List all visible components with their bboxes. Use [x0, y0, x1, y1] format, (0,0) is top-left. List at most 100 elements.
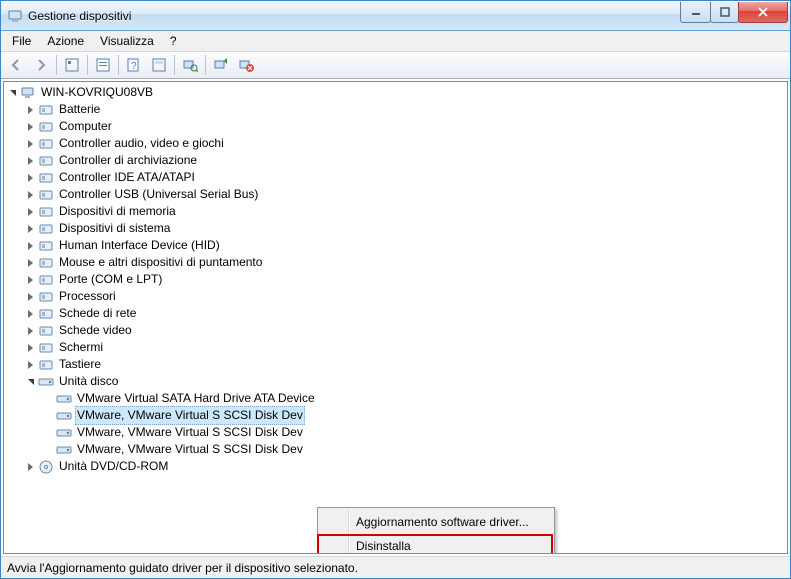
tree-category[interactable]: Computer	[4, 118, 787, 135]
toolbar-separator	[87, 55, 88, 75]
expander-icon[interactable]	[22, 272, 38, 288]
expander-icon[interactable]	[22, 340, 38, 356]
tree-node-label: VMware Virtual SATA Hard Drive ATA Devic…	[75, 390, 317, 407]
menu-file[interactable]: File	[5, 33, 38, 49]
tree-node-label: Dispositivi di sistema	[57, 220, 172, 237]
window-buttons	[681, 2, 788, 22]
tree-node-label: Tastiere	[57, 356, 103, 373]
tree-category[interactable]: Schede di rete	[4, 305, 787, 322]
titlebar: Gestione dispositivi	[1, 1, 790, 31]
svg-text:?: ?	[131, 61, 137, 72]
tree-node-label: Human Interface Device (HID)	[57, 237, 222, 254]
expander-icon[interactable]	[22, 119, 38, 135]
tree-root-node[interactable]: WIN-KOVRIQU08VB	[4, 84, 787, 101]
tree-node-label: Dispositivi di memoria	[57, 203, 178, 220]
tree-node-label: Porte (COM e LPT)	[57, 271, 164, 288]
tree-category[interactable]: Controller USB (Universal Serial Bus)	[4, 186, 787, 203]
tree-category[interactable]: Porte (COM e LPT)	[4, 271, 787, 288]
toolbar-forward-button[interactable]	[29, 53, 53, 77]
statusbar-text: Avvia l'Aggiornamento guidato driver per…	[7, 561, 358, 575]
tree-node-label: Unità disco	[57, 373, 120, 390]
expander-icon[interactable]	[22, 102, 38, 118]
tree-category[interactable]: Schermi	[4, 339, 787, 356]
tree-disk-device[interactable]: VMware Virtual SATA Hard Drive ATA Devic…	[4, 390, 787, 407]
tree-category[interactable]: Dispositivi di sistema	[4, 220, 787, 237]
menu-action[interactable]: Azione	[40, 33, 91, 49]
tree-category[interactable]: Controller di archiviazione	[4, 152, 787, 169]
expander-icon[interactable]	[22, 238, 38, 254]
statusbar: Avvia l'Aggiornamento guidato driver per…	[1, 556, 790, 578]
expander-icon[interactable]	[22, 323, 38, 339]
toolbar-separator	[174, 55, 175, 75]
tree-disk-device[interactable]: VMware, VMware Virtual S SCSI Disk Dev	[4, 407, 787, 424]
device-tree[interactable]: WIN-KOVRIQU08VBBatterieComputerControlle…	[3, 81, 788, 554]
tree-node-label: Schermi	[57, 339, 105, 356]
expander-icon[interactable]	[22, 136, 38, 152]
toolbar-scan-hardware-button[interactable]	[178, 53, 202, 77]
close-button[interactable]	[738, 2, 788, 23]
toolbar-action-button[interactable]	[147, 53, 171, 77]
tree-category[interactable]: Processori	[4, 288, 787, 305]
menu-help[interactable]: ?	[163, 33, 184, 49]
tree-node-label: Controller audio, video e giochi	[57, 135, 226, 152]
tree-disk-device[interactable]: VMware, VMware Virtual S SCSI Disk Dev	[4, 441, 787, 458]
tree-category[interactable]: Tastiere	[4, 356, 787, 373]
tree-category[interactable]: Mouse e altri dispositivi di puntamento	[4, 254, 787, 271]
expander-icon[interactable]	[4, 85, 20, 101]
tree-node-label: Controller USB (Universal Serial Bus)	[57, 186, 260, 203]
toolbar-show-hidden-button[interactable]	[60, 53, 84, 77]
tree-node-label: Unità DVD/CD-ROM	[57, 458, 170, 475]
maximize-button[interactable]	[710, 2, 739, 23]
minimize-button[interactable]	[680, 2, 711, 23]
tree-category[interactable]: Batterie	[4, 101, 787, 118]
context-update-driver[interactable]: Aggiornamento software driver...	[320, 510, 552, 534]
toolbar-separator	[205, 55, 206, 75]
expander-icon[interactable]	[22, 204, 38, 220]
expander-icon[interactable]	[22, 170, 38, 186]
expander-icon[interactable]	[22, 357, 38, 373]
expander-icon[interactable]	[22, 255, 38, 271]
tree-category[interactable]: Controller IDE ATA/ATAPI	[4, 169, 787, 186]
toolbar-uninstall-button[interactable]	[234, 53, 258, 77]
tree-node-label: VMware, VMware Virtual S SCSI Disk Dev	[75, 406, 305, 425]
expander-icon[interactable]	[22, 289, 38, 305]
expander-icon[interactable]	[22, 306, 38, 322]
menubar: File Azione Visualizza ?	[1, 31, 790, 52]
toolbar-help-button[interactable]: ?	[122, 53, 146, 77]
window-title: Gestione dispositivi	[28, 9, 681, 23]
tree-node-label: Controller di archiviazione	[57, 152, 199, 169]
tree-category[interactable]: Human Interface Device (HID)	[4, 237, 787, 254]
toolbar-separator	[56, 55, 57, 75]
expander-icon[interactable]	[22, 221, 38, 237]
toolbar-properties-button[interactable]	[91, 53, 115, 77]
tree-node-label: VMware, VMware Virtual S SCSI Disk Dev	[75, 441, 305, 458]
toolbar-back-button[interactable]	[4, 53, 28, 77]
expander-icon[interactable]	[22, 459, 38, 475]
context-uninstall[interactable]: Disinstalla	[320, 534, 552, 554]
device-manager-window: Gestione dispositivi File Azione Visuali…	[0, 0, 791, 579]
app-icon	[7, 8, 23, 24]
toolbar: ?	[1, 52, 790, 79]
tree-category[interactable]: Schede video	[4, 322, 787, 339]
tree-node-label: VMware, VMware Virtual S SCSI Disk Dev	[75, 424, 305, 441]
expander-icon[interactable]	[22, 187, 38, 203]
expander-icon[interactable]	[22, 374, 38, 390]
tree-disk-device[interactable]: VMware, VMware Virtual S SCSI Disk Dev	[4, 424, 787, 441]
tree-category[interactable]: Dispositivi di memoria	[4, 203, 787, 220]
tree-category-dvd[interactable]: Unità DVD/CD-ROM	[4, 458, 787, 475]
context-menu: Aggiornamento software driver... Disinst…	[317, 507, 555, 554]
tree-node-label: Schede video	[57, 322, 134, 339]
menu-view[interactable]: Visualizza	[93, 33, 161, 49]
tree-category[interactable]: Controller audio, video e giochi	[4, 135, 787, 152]
content-area: WIN-KOVRIQU08VBBatterieComputerControlle…	[1, 79, 790, 556]
toolbar-separator	[118, 55, 119, 75]
tree-category-disks[interactable]: Unità disco	[4, 373, 787, 390]
tree-node-label: Mouse e altri dispositivi di puntamento	[57, 254, 264, 271]
toolbar-update-driver-button[interactable]	[209, 53, 233, 77]
expander-icon[interactable]	[22, 153, 38, 169]
tree-node-label: Processori	[57, 288, 118, 305]
tree-node-label: WIN-KOVRIQU08VB	[39, 84, 155, 101]
tree-node-label: Computer	[57, 118, 114, 135]
tree-node-label: Schede di rete	[57, 305, 138, 322]
tree-node-label: Batterie	[57, 101, 102, 118]
